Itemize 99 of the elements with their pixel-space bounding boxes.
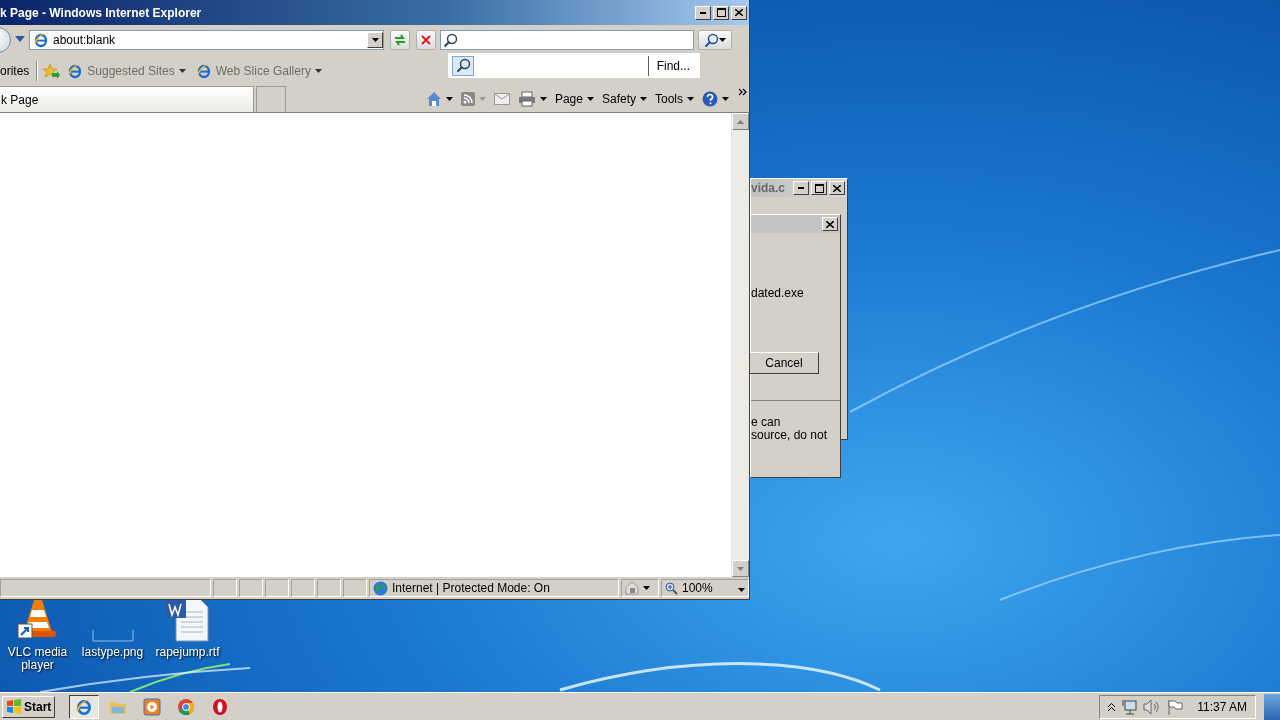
zone-text: Internet | Protected Mode: On <box>392 581 550 595</box>
stop-button[interactable] <box>416 30 436 50</box>
maximize-button[interactable] <box>811 181 827 195</box>
status-pane <box>213 579 237 597</box>
zoom-icon <box>665 581 678 595</box>
image-file-icon <box>90 629 135 642</box>
dropdown-button[interactable] <box>367 32 383 48</box>
warning-text: e can <box>751 416 782 429</box>
ie-icon <box>195 63 212 79</box>
globe-icon <box>373 580 388 596</box>
file-name: dated.exe <box>751 286 805 300</box>
zoom-button[interactable]: 100% <box>661 579 749 597</box>
caret-icon <box>687 97 694 101</box>
help-icon <box>702 91 718 107</box>
chrome-icon <box>177 697 196 716</box>
close-button[interactable] <box>731 5 747 20</box>
taskbar-app-button[interactable] <box>69 694 100 719</box>
show-desktop-button[interactable] <box>1264 693 1280 720</box>
refresh-button[interactable] <box>390 30 410 50</box>
ie-icon <box>67 63 84 79</box>
search-field[interactable] <box>440 30 694 50</box>
media-player-icon <box>143 697 162 716</box>
windows-logo-icon <box>6 699 22 714</box>
search-suggestion-button[interactable] <box>452 55 474 76</box>
scroll-up-button[interactable] <box>732 113 749 130</box>
opera-icon <box>211 697 230 716</box>
security-button[interactable] <box>621 579 659 597</box>
caret-icon <box>314 69 322 73</box>
search-icon <box>704 32 719 48</box>
minimize-button[interactable] <box>793 181 809 195</box>
minimize-icon <box>798 187 804 189</box>
maximize-icon <box>814 183 824 193</box>
start-button[interactable]: Start <box>2 695 56 718</box>
feed-icon <box>460 92 475 106</box>
window-title: k Page - Windows Internet Explorer <box>0 5 203 20</box>
status-pane <box>317 579 341 597</box>
menu-button[interactable]: Safety <box>598 88 650 110</box>
lock-icon <box>625 581 639 595</box>
mail-icon <box>493 93 510 105</box>
refresh-icon <box>393 34 407 46</box>
home-icon <box>425 91 442 107</box>
caret-icon <box>722 97 729 101</box>
address-field[interactable]: about:blank <box>29 30 384 50</box>
status-pane <box>291 579 315 597</box>
clock[interactable]: 11:37 AM <box>1197 699 1247 714</box>
scroll-down-button[interactable] <box>732 560 749 577</box>
printer-icon <box>517 91 536 107</box>
close-button[interactable] <box>829 181 845 195</box>
ie-icon <box>33 32 49 48</box>
network-icon[interactable] <box>1121 698 1138 715</box>
browser-tab[interactable]: k Page <box>0 86 254 112</box>
document-icon <box>163 598 212 642</box>
zoom-level: 100% <box>682 581 713 595</box>
close-button[interactable] <box>822 217 838 231</box>
maximize-icon <box>716 8 726 17</box>
caret-icon <box>738 588 745 592</box>
menu-button[interactable]: Tools <box>652 88 697 110</box>
window-title: vida.c <box>751 181 787 195</box>
favorites-link[interactable]: Suggested Sites <box>64 60 189 82</box>
volume-icon[interactable] <box>1143 698 1162 715</box>
caret-icon <box>15 36 25 44</box>
close-icon <box>826 220 834 228</box>
caret-icon <box>371 38 379 42</box>
status-pane <box>343 579 367 597</box>
maximize-button[interactable] <box>713 5 729 20</box>
caret-icon <box>643 586 650 590</box>
ie-icon <box>75 697 94 716</box>
icon-label[interactable]: lastype.png <box>76 646 149 659</box>
show-hidden-icons-icon[interactable] <box>1108 702 1116 711</box>
caret-icon <box>478 97 486 101</box>
flag-icon[interactable] <box>1167 698 1184 715</box>
caret-icon <box>586 97 594 101</box>
search-button[interactable] <box>698 30 732 50</box>
find-button[interactable]: Find... <box>647 55 700 76</box>
caret-icon <box>737 566 744 571</box>
caret-icon <box>640 97 647 101</box>
icon-label[interactable]: rapejump.rtf <box>151 646 224 659</box>
caret-icon <box>737 119 744 124</box>
caret-icon <box>719 38 726 42</box>
close-icon <box>421 35 431 45</box>
status-pane <box>239 579 263 597</box>
menu-button[interactable]: Page <box>551 88 597 110</box>
close-icon <box>735 9 743 16</box>
minimize-button[interactable] <box>695 5 711 20</box>
search-icon <box>443 32 458 48</box>
caret-icon <box>445 97 453 101</box>
caret-icon <box>178 69 186 73</box>
minimize-icon <box>700 11 706 14</box>
status-pane <box>265 579 289 597</box>
caret-icon <box>539 97 547 101</box>
icon-label[interactable]: VLC media player <box>1 646 74 672</box>
favorites-button[interactable]: orites <box>0 60 33 82</box>
scrollbar[interactable] <box>731 113 749 577</box>
cancel-button[interactable]: Cancel <box>749 352 819 374</box>
search-icon <box>455 58 471 73</box>
favorites-link[interactable]: Web Slice Gallery <box>192 60 325 82</box>
warning-text: source, do not <box>751 429 829 442</box>
chevron-icon[interactable] <box>738 88 747 96</box>
close-icon <box>833 184 841 192</box>
